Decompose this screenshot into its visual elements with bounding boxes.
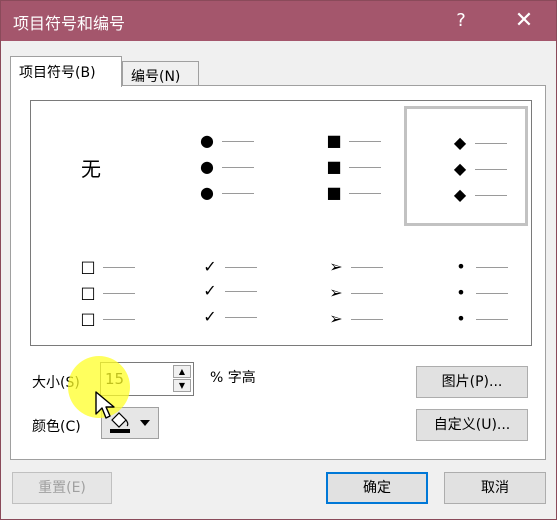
filled-square-icon: ■ xyxy=(326,131,342,150)
dialog-title: 项目符号和编号 xyxy=(13,14,126,33)
paint-bucket-icon xyxy=(110,412,150,433)
none-label: 无 xyxy=(81,157,101,181)
customize-button[interactable]: 自定义(U)... xyxy=(416,409,528,441)
checkmark-icon: ✓ xyxy=(203,307,217,326)
bullet-option-filled-circle[interactable]: ● ● ● xyxy=(158,103,282,223)
arrowhead-icon: ➢ xyxy=(329,283,343,302)
ok-button[interactable]: 确定 xyxy=(326,472,428,504)
cancel-button[interactable]: 取消 xyxy=(444,472,546,504)
spin-down-icon[interactable]: ▼ xyxy=(173,379,191,392)
bullet-option-small-dot[interactable]: • • • xyxy=(408,225,532,345)
size-spinner-arrows: ▲ ▼ xyxy=(173,365,191,393)
help-button[interactable]: ? xyxy=(441,5,481,37)
arrowhead-icon: ➢ xyxy=(329,309,343,328)
title-bar: 项目符号和编号 ? ✕ xyxy=(1,1,556,41)
spin-up-icon[interactable]: ▲ xyxy=(173,365,191,378)
filled-circle-icon: ● xyxy=(200,157,214,176)
size-spinner: ▲ ▼ xyxy=(100,362,194,396)
color-label: 颜色(C) xyxy=(32,419,81,435)
size-label: 大小(S) xyxy=(32,375,80,391)
bullet-gallery: 无 ● ● ● ■ ■ ■ ◆ ◆ ◆ □ □ □ ✓ ✓ ✓ ➢ ➢ ➢ • … xyxy=(30,100,532,346)
tab-bullets[interactable]: 项目符号(B) xyxy=(10,56,122,87)
filled-square-icon: ■ xyxy=(326,157,342,176)
picture-button[interactable]: 图片(P)... xyxy=(416,366,528,398)
checkmark-icon: ✓ xyxy=(203,281,217,300)
color-picker-button[interactable] xyxy=(101,407,159,439)
diamond-icon: ◆ xyxy=(453,185,467,204)
bullet-option-diamond[interactable]: ◆ ◆ ◆ xyxy=(404,106,528,226)
filled-circle-icon: ● xyxy=(200,131,214,150)
arrowhead-icon: ➢ xyxy=(329,257,343,276)
bullet-option-none[interactable]: 无 xyxy=(33,103,157,223)
close-button[interactable]: ✕ xyxy=(501,5,547,37)
checkmark-icon: ✓ xyxy=(203,257,217,276)
bullet-option-checkmark[interactable]: ✓ ✓ ✓ xyxy=(158,225,282,345)
size-input[interactable] xyxy=(105,368,165,390)
size-unit-label: % 字高 xyxy=(210,370,256,386)
diamond-icon: ◆ xyxy=(453,159,467,178)
bullet-option-filled-square[interactable]: ■ ■ ■ xyxy=(283,103,407,223)
bullet-option-arrowhead[interactable]: ➢ ➢ ➢ xyxy=(283,225,407,345)
small-dot-icon: • xyxy=(456,283,466,302)
bullet-option-hollow-square[interactable]: □ □ □ xyxy=(33,225,157,345)
filled-circle-icon: ● xyxy=(200,183,214,202)
hollow-square-icon: □ xyxy=(80,309,96,328)
diamond-icon: ◆ xyxy=(453,133,467,152)
small-dot-icon: • xyxy=(456,309,466,328)
filled-square-icon: ■ xyxy=(326,183,342,202)
reset-button: 重置(E) xyxy=(12,472,112,504)
small-dot-icon: • xyxy=(456,257,466,276)
hollow-square-icon: □ xyxy=(80,283,96,302)
hollow-square-icon: □ xyxy=(80,257,96,276)
